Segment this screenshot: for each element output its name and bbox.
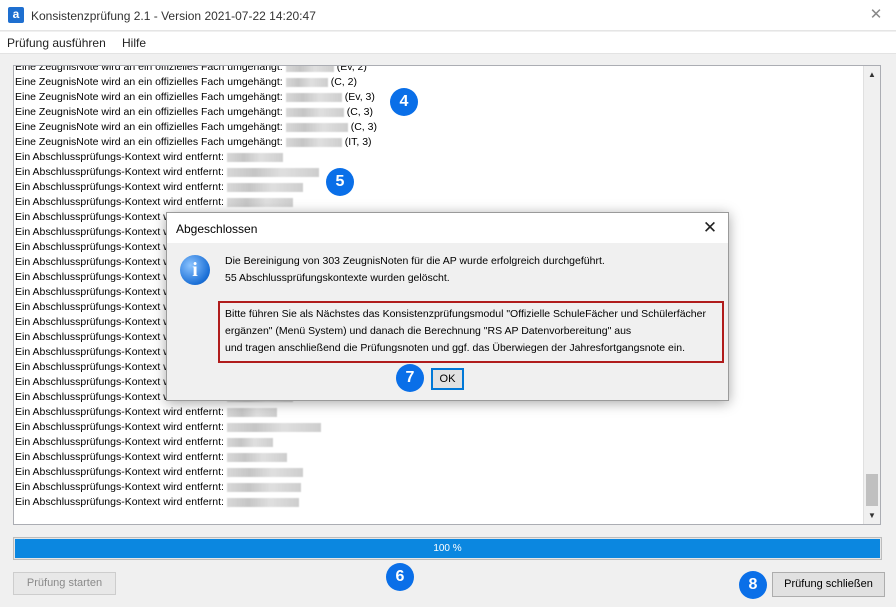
log-line: Ein Abschlussprüfungs-Kontext wird entfe… <box>15 435 273 450</box>
info-icon: i <box>180 255 210 285</box>
dialog-title: Abgeschlossen <box>176 222 258 236</box>
log-line: Ein Abschlussprüfungs-Kontext wird entfe… <box>15 420 321 435</box>
title-bar: a Konsistenzprüfung 2.1 - Version 2021-0… <box>0 0 896 31</box>
annotation-badge-6: 6 <box>386 563 414 591</box>
redacted-value <box>285 137 342 147</box>
redacted-value <box>285 66 334 72</box>
log-line: Ein Abschlussprüfungs-Kontext wird entfe… <box>15 150 283 165</box>
log-line-text: Eine ZeugnisNote wird an ein offizielles… <box>15 106 283 118</box>
redacted-value <box>226 482 301 492</box>
redacted-value <box>226 452 287 462</box>
progress-label: 100 % <box>433 543 462 554</box>
close-check-button[interactable]: Prüfung schließen <box>772 572 885 597</box>
redacted-value <box>226 467 303 477</box>
log-line-text: Eine ZeugnisNote wird an ein offizielles… <box>15 136 283 148</box>
vertical-scrollbar[interactable]: ▲ ▼ <box>863 66 880 524</box>
redacted-value <box>226 437 273 447</box>
log-line-text: Eine ZeugnisNote wird an ein offizielles… <box>15 65 283 73</box>
log-line: Ein Abschlussprüfungs-Kontext wird entfe… <box>15 405 277 420</box>
dialog-close-icon[interactable]: ✕ <box>700 218 720 238</box>
dialog-title-bar: Abgeschlossen ✕ <box>167 213 728 243</box>
log-line-suffix: (Ev, 2) <box>336 65 367 73</box>
log-line-text: Ein Abschlussprüfungs-Kontext wird entfe… <box>15 496 224 508</box>
log-line: Eine ZeugnisNote wird an ein offizielles… <box>15 75 357 90</box>
progress-bar: 100 % <box>13 537 882 560</box>
dialog-message-line-4: ergänzen" (Menü System) und danach die B… <box>225 325 632 337</box>
log-line: Ein Abschlussprüfungs-Kontext wird entfe… <box>15 495 299 510</box>
log-line-text: Ein Abschlussprüfungs-Kontext wird entfe… <box>15 406 224 418</box>
window-title: Konsistenzprüfung 2.1 - Version 2021-07-… <box>31 9 316 23</box>
redacted-value <box>285 107 344 117</box>
scroll-down-icon[interactable]: ▼ <box>864 507 880 524</box>
log-line-text: Ein Abschlussprüfungs-Kontext wird entfe… <box>15 436 224 448</box>
dialog-message-line-3: Bitte führen Sie als Nächstes das Konsis… <box>225 308 706 320</box>
menu-hilfe[interactable]: Hilfe <box>122 36 146 50</box>
log-line: Ein Abschlussprüfungs-Kontext wird entfe… <box>15 480 301 495</box>
annotation-badge-4: 4 <box>390 88 418 116</box>
log-line-text: Eine ZeugnisNote wird an ein offizielles… <box>15 76 283 88</box>
redacted-value <box>226 422 321 432</box>
annotation-badge-8: 8 <box>739 571 767 599</box>
log-line-suffix: (Ev, 3) <box>344 91 375 103</box>
log-line-suffix: (IT, 3) <box>344 136 372 148</box>
log-line: Ein Abschlussprüfungs-Kontext wird entfe… <box>15 450 287 465</box>
log-line-text: Ein Abschlussprüfungs-Kontext wird entfe… <box>15 421 224 433</box>
log-line: Ein Abschlussprüfungs-Kontext wird entfe… <box>15 165 319 180</box>
redacted-value <box>226 182 303 192</box>
annotation-badge-5: 5 <box>326 168 354 196</box>
menu-bar: Prüfung ausführen Hilfe <box>0 32 896 54</box>
log-line-text: Eine ZeugnisNote wird an ein offizielles… <box>15 121 283 133</box>
log-line: Eine ZeugnisNote wird an ein offizielles… <box>15 65 367 75</box>
log-line-text: Ein Abschlussprüfungs-Kontext wird entfe… <box>15 481 224 493</box>
redacted-value <box>226 197 293 207</box>
completion-dialog: Abgeschlossen ✕ i Die Bereinigung von 30… <box>166 212 729 401</box>
log-line: Eine ZeugnisNote wird an ein offizielles… <box>15 120 377 135</box>
log-line-text: Ein Abschlussprüfungs-Kontext wird entfe… <box>15 466 224 478</box>
log-line: Eine ZeugnisNote wird an ein offizielles… <box>15 90 375 105</box>
redacted-value <box>226 407 277 417</box>
redacted-value <box>285 77 328 87</box>
annotation-badge-7: 7 <box>396 364 424 392</box>
redacted-value <box>226 167 319 177</box>
window-close-button[interactable]: ✕ <box>866 6 886 24</box>
log-line: Eine ZeugnisNote wird an ein offizielles… <box>15 135 372 150</box>
redacted-value <box>226 497 299 507</box>
log-line: Ein Abschlussprüfungs-Kontext wird entfe… <box>15 465 303 480</box>
log-line-text: Ein Abschlussprüfungs-Kontext wird entfe… <box>15 166 224 178</box>
log-line-text: Ein Abschlussprüfungs-Kontext wird entfe… <box>15 151 224 163</box>
log-line: Ein Abschlussprüfungs-Kontext wird entfe… <box>15 195 293 210</box>
log-line-text: Ein Abschlussprüfungs-Kontext wird entfe… <box>15 196 224 208</box>
dialog-message-line-5: und tragen anschließend die Prüfungsnote… <box>225 342 685 354</box>
redacted-value <box>285 122 348 132</box>
log-line-suffix: (C, 2) <box>330 76 357 88</box>
dialog-message-line-2: 55 Abschlussprüfungskontexte wurden gelö… <box>225 272 450 284</box>
start-check-button[interactable]: Prüfung starten <box>13 572 116 595</box>
scroll-thumb[interactable] <box>866 474 878 506</box>
log-line-text: Eine ZeugnisNote wird an ein offizielles… <box>15 91 283 103</box>
dialog-message-line-1: Die Bereinigung von 303 ZeugnisNoten für… <box>225 255 605 267</box>
redacted-value <box>226 152 283 162</box>
log-line-text: Ein Abschlussprüfungs-Kontext wird entfe… <box>15 181 224 193</box>
scroll-up-icon[interactable]: ▲ <box>864 66 880 83</box>
log-line: Eine ZeugnisNote wird an ein offizielles… <box>15 105 373 120</box>
log-line-text: Ein Abschlussprüfungs-Kontext wird entfe… <box>15 451 224 463</box>
app-logo-icon: a <box>8 7 24 23</box>
redacted-value <box>285 92 342 102</box>
log-line: Ein Abschlussprüfungs-Kontext wird entfe… <box>15 180 303 195</box>
menu-pruefung-ausfuehren[interactable]: Prüfung ausführen <box>7 36 106 50</box>
log-line-suffix: (C, 3) <box>346 106 373 118</box>
ok-button[interactable]: OK <box>431 368 464 390</box>
log-line-suffix: (C, 3) <box>350 121 377 133</box>
